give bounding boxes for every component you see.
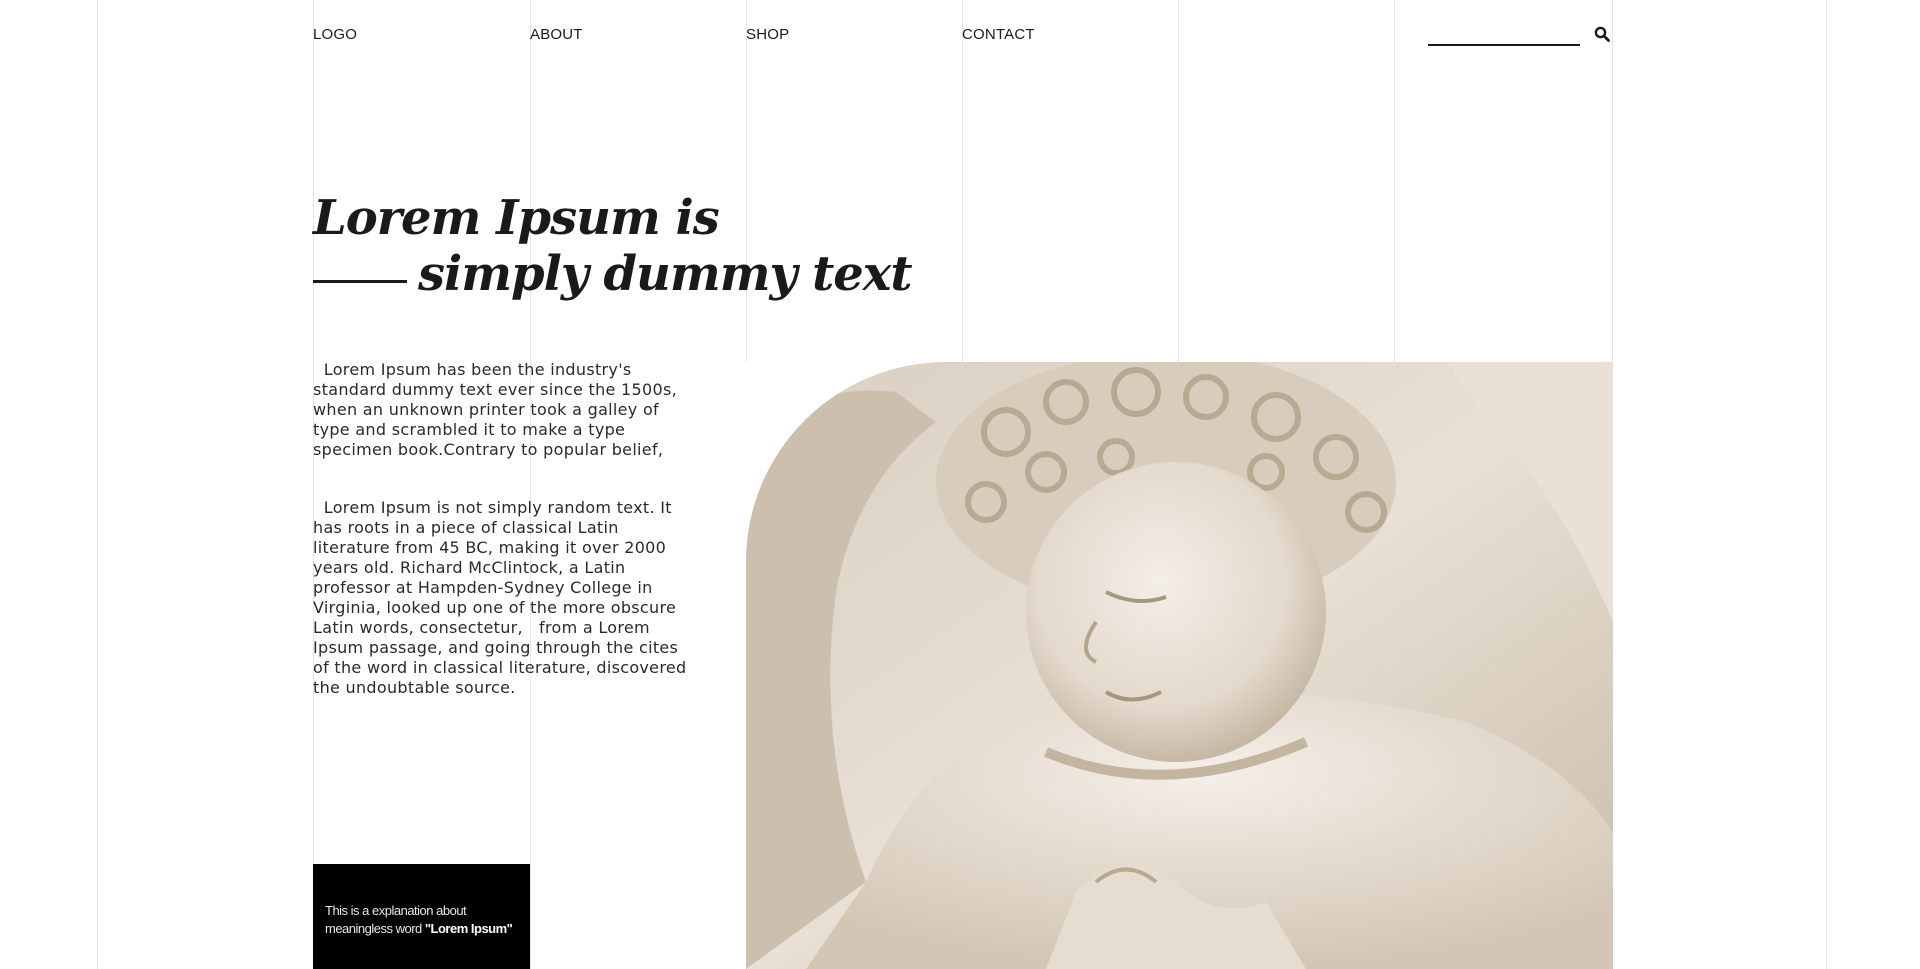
grid-line (746, 0, 747, 362)
headline-line-2: simply dummy text (418, 246, 913, 302)
page-title: Lorem Ipsum is simply dummy text (313, 190, 913, 302)
grid-line (962, 0, 963, 362)
grid-line (530, 0, 531, 969)
caption-highlight: "Lorem Ipsum" (424, 921, 513, 936)
logo-link[interactable]: LOGO (313, 26, 357, 43)
grid-line (1394, 0, 1395, 362)
grid-line (97, 0, 98, 969)
nav-shop[interactable]: SHOP (746, 26, 789, 43)
headline-dash (313, 280, 407, 283)
headline-line-2-wrapper: simply dummy text (313, 246, 913, 302)
grid-line (1178, 0, 1179, 362)
nav-contact[interactable]: CONTACT (962, 26, 1035, 43)
history-paragraph: Lorem Ipsum is not simply random text. I… (313, 498, 692, 697)
headline-line-1: Lorem Ipsum is (313, 190, 720, 246)
search-icon[interactable] (1594, 26, 1610, 42)
intro-paragraph: Lorem Ipsum has been the industry's stan… (313, 360, 683, 459)
statue-illustration (746, 362, 1613, 969)
grid-line (313, 0, 314, 969)
nav-about[interactable]: ABOUT (530, 26, 583, 43)
search-input[interactable] (1428, 22, 1580, 46)
caption-box: This is a explanation about meaningless … (313, 864, 530, 969)
grid-line (1826, 0, 1827, 969)
caption-text: This is a explanation about meaningless … (325, 902, 525, 938)
hero-statue-image (746, 362, 1613, 969)
